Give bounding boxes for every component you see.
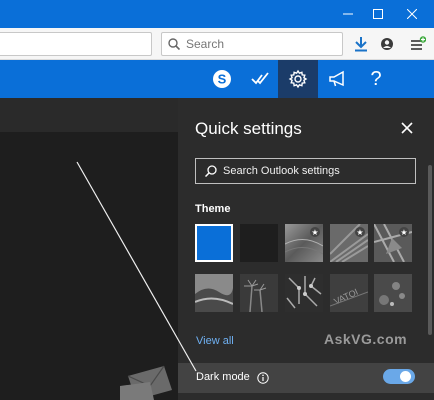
panel-scrollbar[interactable] [428, 165, 432, 335]
watermark: AskVG.com [324, 331, 408, 347]
info-button[interactable] [257, 371, 269, 384]
settings-search-placeholder: Search Outlook settings [223, 165, 340, 177]
quick-settings-title: Quick settings [195, 119, 302, 138]
hamburger-menu-icon [411, 36, 426, 50]
minimize-icon [343, 13, 353, 15]
account-icon [381, 38, 393, 50]
svg-text:★: ★ [400, 228, 407, 237]
maximize-icon [373, 9, 383, 19]
dark-mode-toggle-knob [400, 371, 411, 382]
mail-list-area [0, 98, 178, 400]
dark-mode-label: Dark mode [196, 371, 250, 383]
theme-tile-circuit[interactable] [285, 274, 323, 312]
downloads-button[interactable] [349, 32, 373, 56]
settings-search-input[interactable]: Search Outlook settings [195, 158, 416, 184]
browser-menu-button[interactable] [406, 32, 430, 56]
search-icon [205, 165, 217, 177]
address-bar[interactable] [0, 32, 152, 56]
svg-text:★: ★ [311, 228, 318, 237]
help-button[interactable]: ? [356, 60, 396, 98]
minimize-button[interactable] [333, 0, 363, 28]
theme-tile-lines[interactable]: ★ [330, 224, 368, 262]
theme-tile-abstract[interactable]: ★ [374, 224, 412, 262]
svg-text:★: ★ [356, 228, 363, 237]
close-window-button[interactable] [397, 0, 427, 28]
browser-search-input[interactable]: Search [161, 32, 343, 56]
theme-tile-landscape[interactable] [195, 274, 233, 312]
announcements-button[interactable] [318, 60, 358, 98]
theme-tile-palms[interactable] [240, 274, 278, 312]
settings-button[interactable] [278, 60, 318, 98]
account-button[interactable] [375, 32, 399, 56]
outlook-header: S ? [0, 60, 434, 98]
theme-tile-blue[interactable] [195, 224, 233, 262]
todo-button[interactable] [240, 60, 280, 98]
theme-tile-dark[interactable] [240, 224, 278, 262]
maximize-button[interactable] [363, 0, 393, 28]
close-icon [407, 9, 417, 19]
skype-button[interactable]: S [202, 60, 242, 98]
theme-tile-lettering[interactable]: VATOI [330, 274, 368, 312]
search-icon [168, 38, 180, 50]
envelope-illustration [120, 365, 172, 400]
view-all-themes-link[interactable]: View all [196, 335, 234, 347]
skype-icon: S [213, 70, 231, 88]
close-panel-button[interactable] [398, 119, 416, 137]
theme-heading: Theme [195, 203, 231, 215]
close-icon [401, 122, 413, 134]
browser-search-placeholder: Search [186, 37, 225, 51]
gear-icon [288, 69, 308, 89]
browser-toolbar: Search [0, 28, 434, 60]
svg-text:S: S [218, 72, 227, 87]
mail-list-header [0, 98, 178, 132]
help-icon: ? [370, 67, 382, 90]
todo-check-icon [251, 72, 269, 85]
download-icon [355, 37, 367, 52]
info-icon [257, 372, 269, 384]
theme-tile-gradient[interactable]: ★ [285, 224, 323, 262]
theme-tile-bokeh[interactable] [374, 274, 412, 312]
megaphone-icon [329, 70, 344, 87]
